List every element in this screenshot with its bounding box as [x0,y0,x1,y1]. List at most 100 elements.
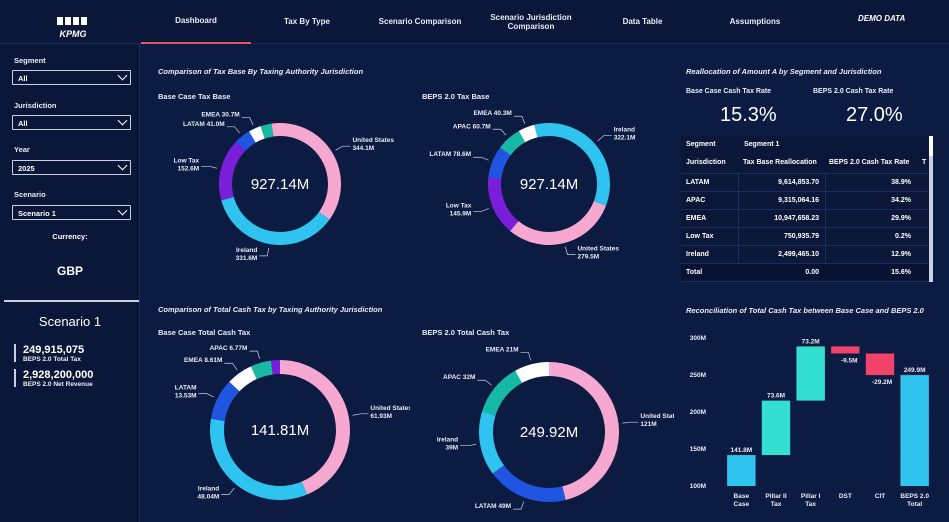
leader-line [565,246,576,255]
waterfall-bar[interactable] [727,455,756,486]
waterfall-bar[interactable] [865,353,895,376]
donut-slice-low-tax[interactable] [219,141,246,201]
table-cell: 12.9% [891,251,911,258]
table-cell: 9,614,853.70 [778,179,819,186]
sidebar-divider [4,300,139,302]
tab-assumptions[interactable]: Assumptions [710,0,800,44]
donut-slice-low-tax[interactable] [488,177,519,231]
waterfall-data-label: 73.6M [767,393,785,400]
donut-data-label: LATAM 49M [475,503,511,510]
table-cell: LATAM [686,179,710,186]
donut-data-label: Ireland 48.04M [198,485,220,500]
donut-slice-united-states[interactable] [510,201,606,246]
scenario-dropdown[interactable]: Scenario 1 [12,205,131,220]
leader-line [492,128,507,136]
donut-slice-latam[interactable] [210,381,240,422]
donut-data-label: Ireland 39M [437,437,458,452]
donut-slice-apac[interactable] [482,370,522,416]
donut-center-label: 927.14M [520,176,578,193]
x-tick-label: Pillar II Tax [765,493,787,508]
donut-data-label: Ireland 331.6M [236,247,258,262]
donut-data-label: United States 344.1M [352,137,394,152]
beps-total-tax-label: BEPS 2.0 Total Tax [23,356,81,363]
donut-slice-latam[interactable] [492,465,566,502]
scenario-value: Scenario 1 [18,209,56,218]
donut-data-label: United States 279.5M [577,246,619,261]
table-row[interactable]: Total 0.00 15.6% [681,264,929,282]
table-row[interactable]: Ireland 2,499,465.10 12.9% [681,246,929,264]
waterfall-data-label: 141.8M [730,447,752,454]
y-tick-label: 100M [690,483,706,490]
cash-tax-section-title: Comparison of Total Cash Tax by Taxing A… [158,305,383,314]
table-cell: 34.2% [891,197,911,204]
table-cell: 38.9% [891,179,911,186]
segment-label: Segment [14,56,46,65]
donut-title: BEPS 2.0 Total Cash Tax [422,328,510,337]
donut-slice-united-states[interactable] [271,123,341,220]
column-header: Jurisdiction [686,159,726,166]
donut-data-label: APAC 32M [443,374,475,381]
chevron-down-icon [117,205,128,216]
tab-scenario-jurisdiction-comparison[interactable]: Scenario Jurisdiction Comparison [480,0,582,44]
leader-line [226,126,240,134]
base-rate-value: 15.3% [720,104,777,126]
table-row[interactable]: EMEA 10,947,658.23 29.9% [681,210,929,228]
base-case-cash-tax-donut: United States 61.93M Ireland 48.04M LATAM 13.… [175,345,410,500]
x-tick-label: Pillar I Tax [801,493,821,508]
tab-tax-by-type[interactable]: Tax By Type [262,0,352,44]
donut-data-label: APAC 6.77M [210,345,248,352]
waterfall-bar[interactable] [831,346,860,354]
stat-accent-bar [14,344,16,362]
donut-slice-ireland[interactable] [479,411,504,474]
donut-slice-emea[interactable] [515,362,549,383]
beps-rate-value: 27.0% [846,104,903,126]
waterfall-bar[interactable] [761,400,791,456]
donut-data-label: LATAM 78.6M [429,151,471,158]
scenario-title: Scenario 1 [38,314,102,329]
donut-data-label: United States 61.93M [370,405,410,420]
donut-slice-ireland[interactable] [221,196,330,245]
base-case-tax-base-donut: United States 344.1M Ireland 331.6M Low Tax 1… [174,112,395,262]
table-scrollbar[interactable] [929,136,933,156]
tab-scenario-comparison[interactable]: Scenario Comparison [370,0,470,44]
table-row[interactable]: Low Tax 750,935.79 0.2% [681,228,929,246]
beps-tax-base-donut: Ireland 322.1M United States 279.5M Low Tax 1… [429,110,636,261]
table-cell: 9,315,064.16 [778,197,819,204]
year-value: 2025 [18,164,35,173]
jurisdiction-dropdown[interactable]: All [12,115,131,130]
donut-data-label: Ireland 322.1M [614,127,636,142]
y-tick-label: 200M [690,409,706,416]
kpmg-logo: KPMG [56,12,90,39]
table-cell: Low Tax [686,233,714,240]
year-dropdown[interactable]: 2025 [12,160,131,175]
y-tick-label: 250M [690,372,706,379]
table-header-row: Jurisdiction Tax Base Reallocation BEPS … [681,154,929,174]
demo-data-label: DEMO DATA [858,14,906,23]
reallocation-table[interactable]: Segment Segment 1 Jurisdiction Tax Base … [681,136,933,282]
leader-line [597,135,612,142]
waterfall-data-label: 249.9M [904,367,926,374]
tab-dashboard[interactable]: Dashboard [141,0,251,44]
donut-title: BEPS 2.0 Tax Base [422,92,490,101]
chevron-down-icon [117,115,128,126]
table-segment-row: Segment Segment 1 [681,136,929,154]
y-tick-label: 150M [690,446,706,453]
waterfall-bar[interactable] [900,375,929,486]
leader-line [201,165,218,169]
jurisdiction-value: All [18,119,28,128]
waterfall-bar[interactable] [796,346,825,401]
tab-data-table[interactable]: Data Table [600,0,685,44]
leader-line [241,117,254,125]
table-cell: 2,499,465.10 [778,251,819,258]
donut-data-label: Low Tax 145.9M [446,202,472,217]
donut-center-label: 141.81M [251,422,309,439]
leader-line [221,487,235,495]
donut-slice-ireland[interactable] [534,123,610,206]
donut-center-label: 927.14M [251,176,309,193]
table-row[interactable]: APAC 9,315,064.16 34.2% [681,192,929,210]
table-row[interactable]: LATAM 9,614,853.70 38.9% [681,174,929,192]
donut-title: Base Case Tax Base [158,92,231,101]
segment-dropdown[interactable]: All [12,70,131,85]
segment-header-value: Segment 1 [744,141,780,148]
leader-line [520,352,531,361]
